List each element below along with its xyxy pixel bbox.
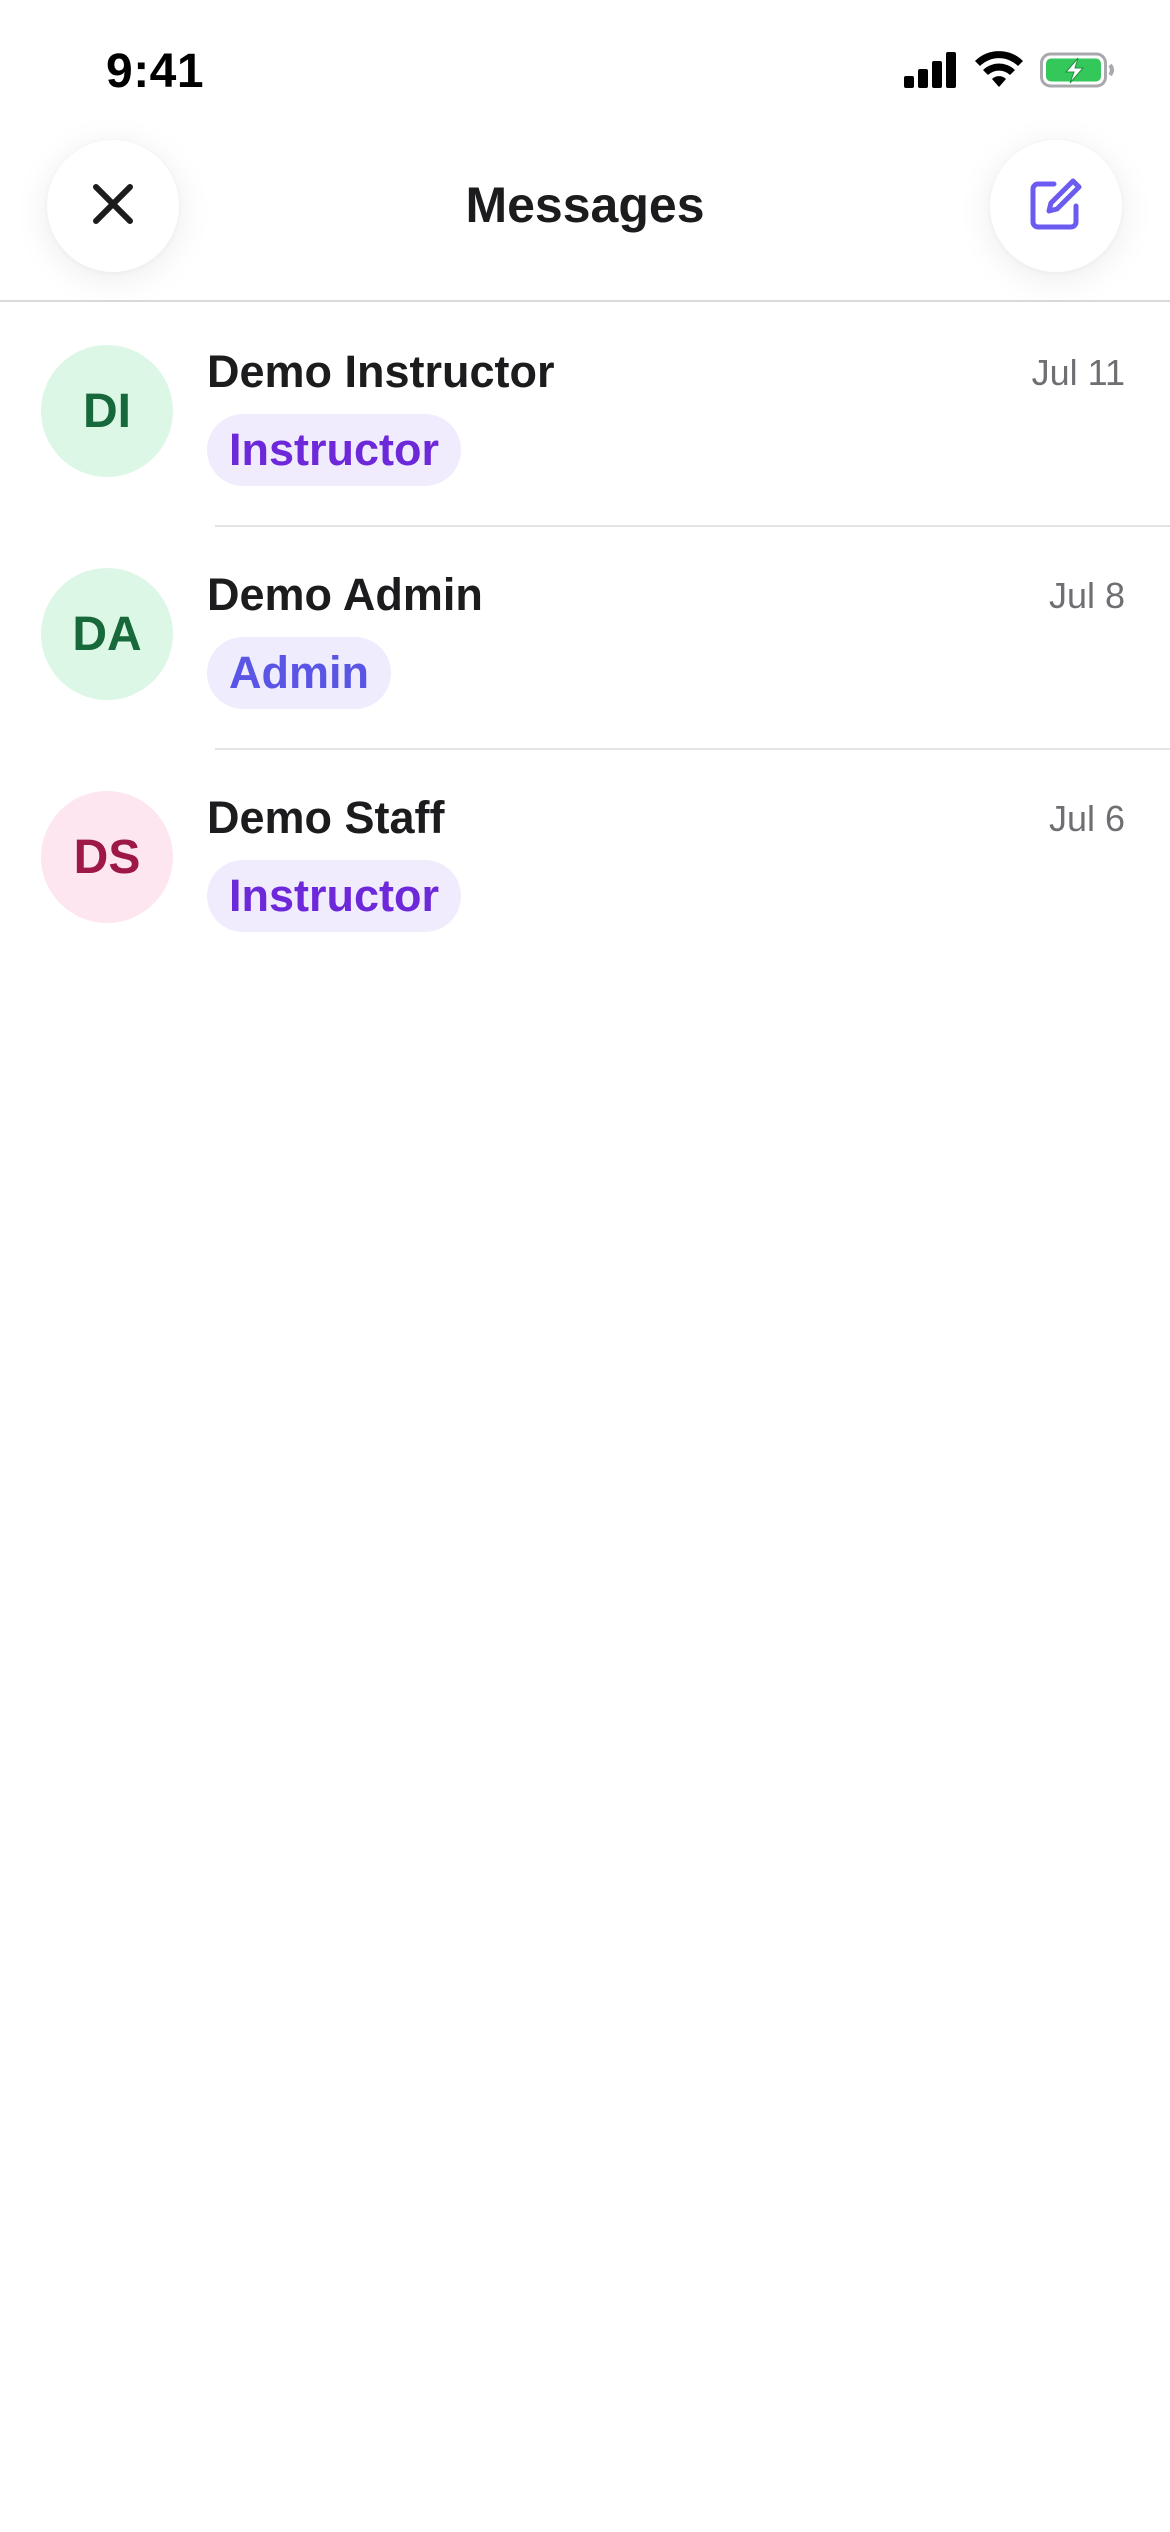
message-date: Jul 11 — [1031, 352, 1125, 393]
avatar: DI — [41, 345, 173, 477]
compose-button[interactable] — [990, 140, 1122, 272]
cellular-signal-icon — [904, 51, 958, 93]
status-time: 9:41 — [106, 45, 205, 98]
message-date: Jul 8 — [1048, 575, 1125, 616]
status-bar: 9:41 — [0, 0, 1170, 140]
contact-name: Demo Instructor — [207, 346, 555, 397]
battery-charging-icon — [1040, 51, 1116, 94]
avatar: DA — [41, 568, 173, 700]
messages-screen: 9:41 Messages DI Demo Instructor Jul 11 … — [0, 0, 1170, 2532]
avatar: DS — [41, 791, 173, 923]
role-badge: Admin — [207, 637, 391, 709]
compose-icon — [1028, 176, 1084, 237]
contact-name: Demo Admin — [207, 569, 483, 620]
conversation-row[interactable]: DA Demo Admin Jul 8 Admin — [0, 527, 1170, 750]
role-badge: Instructor — [207, 860, 462, 932]
role-badge: Instructor — [207, 414, 462, 486]
navigation-header: Messages — [0, 140, 1170, 302]
status-icons — [904, 50, 1116, 94]
conversation-row[interactable]: DI Demo Instructor Jul 11 Instructor — [0, 304, 1170, 527]
conversation-row[interactable]: DS Demo Staff Jul 6 Instructor — [0, 750, 1170, 973]
contact-name: Demo Staff — [207, 792, 445, 843]
conversation-list: DI Demo Instructor Jul 11 Instructor DA … — [0, 304, 1170, 973]
message-date: Jul 6 — [1048, 798, 1125, 839]
wifi-icon — [974, 50, 1024, 94]
